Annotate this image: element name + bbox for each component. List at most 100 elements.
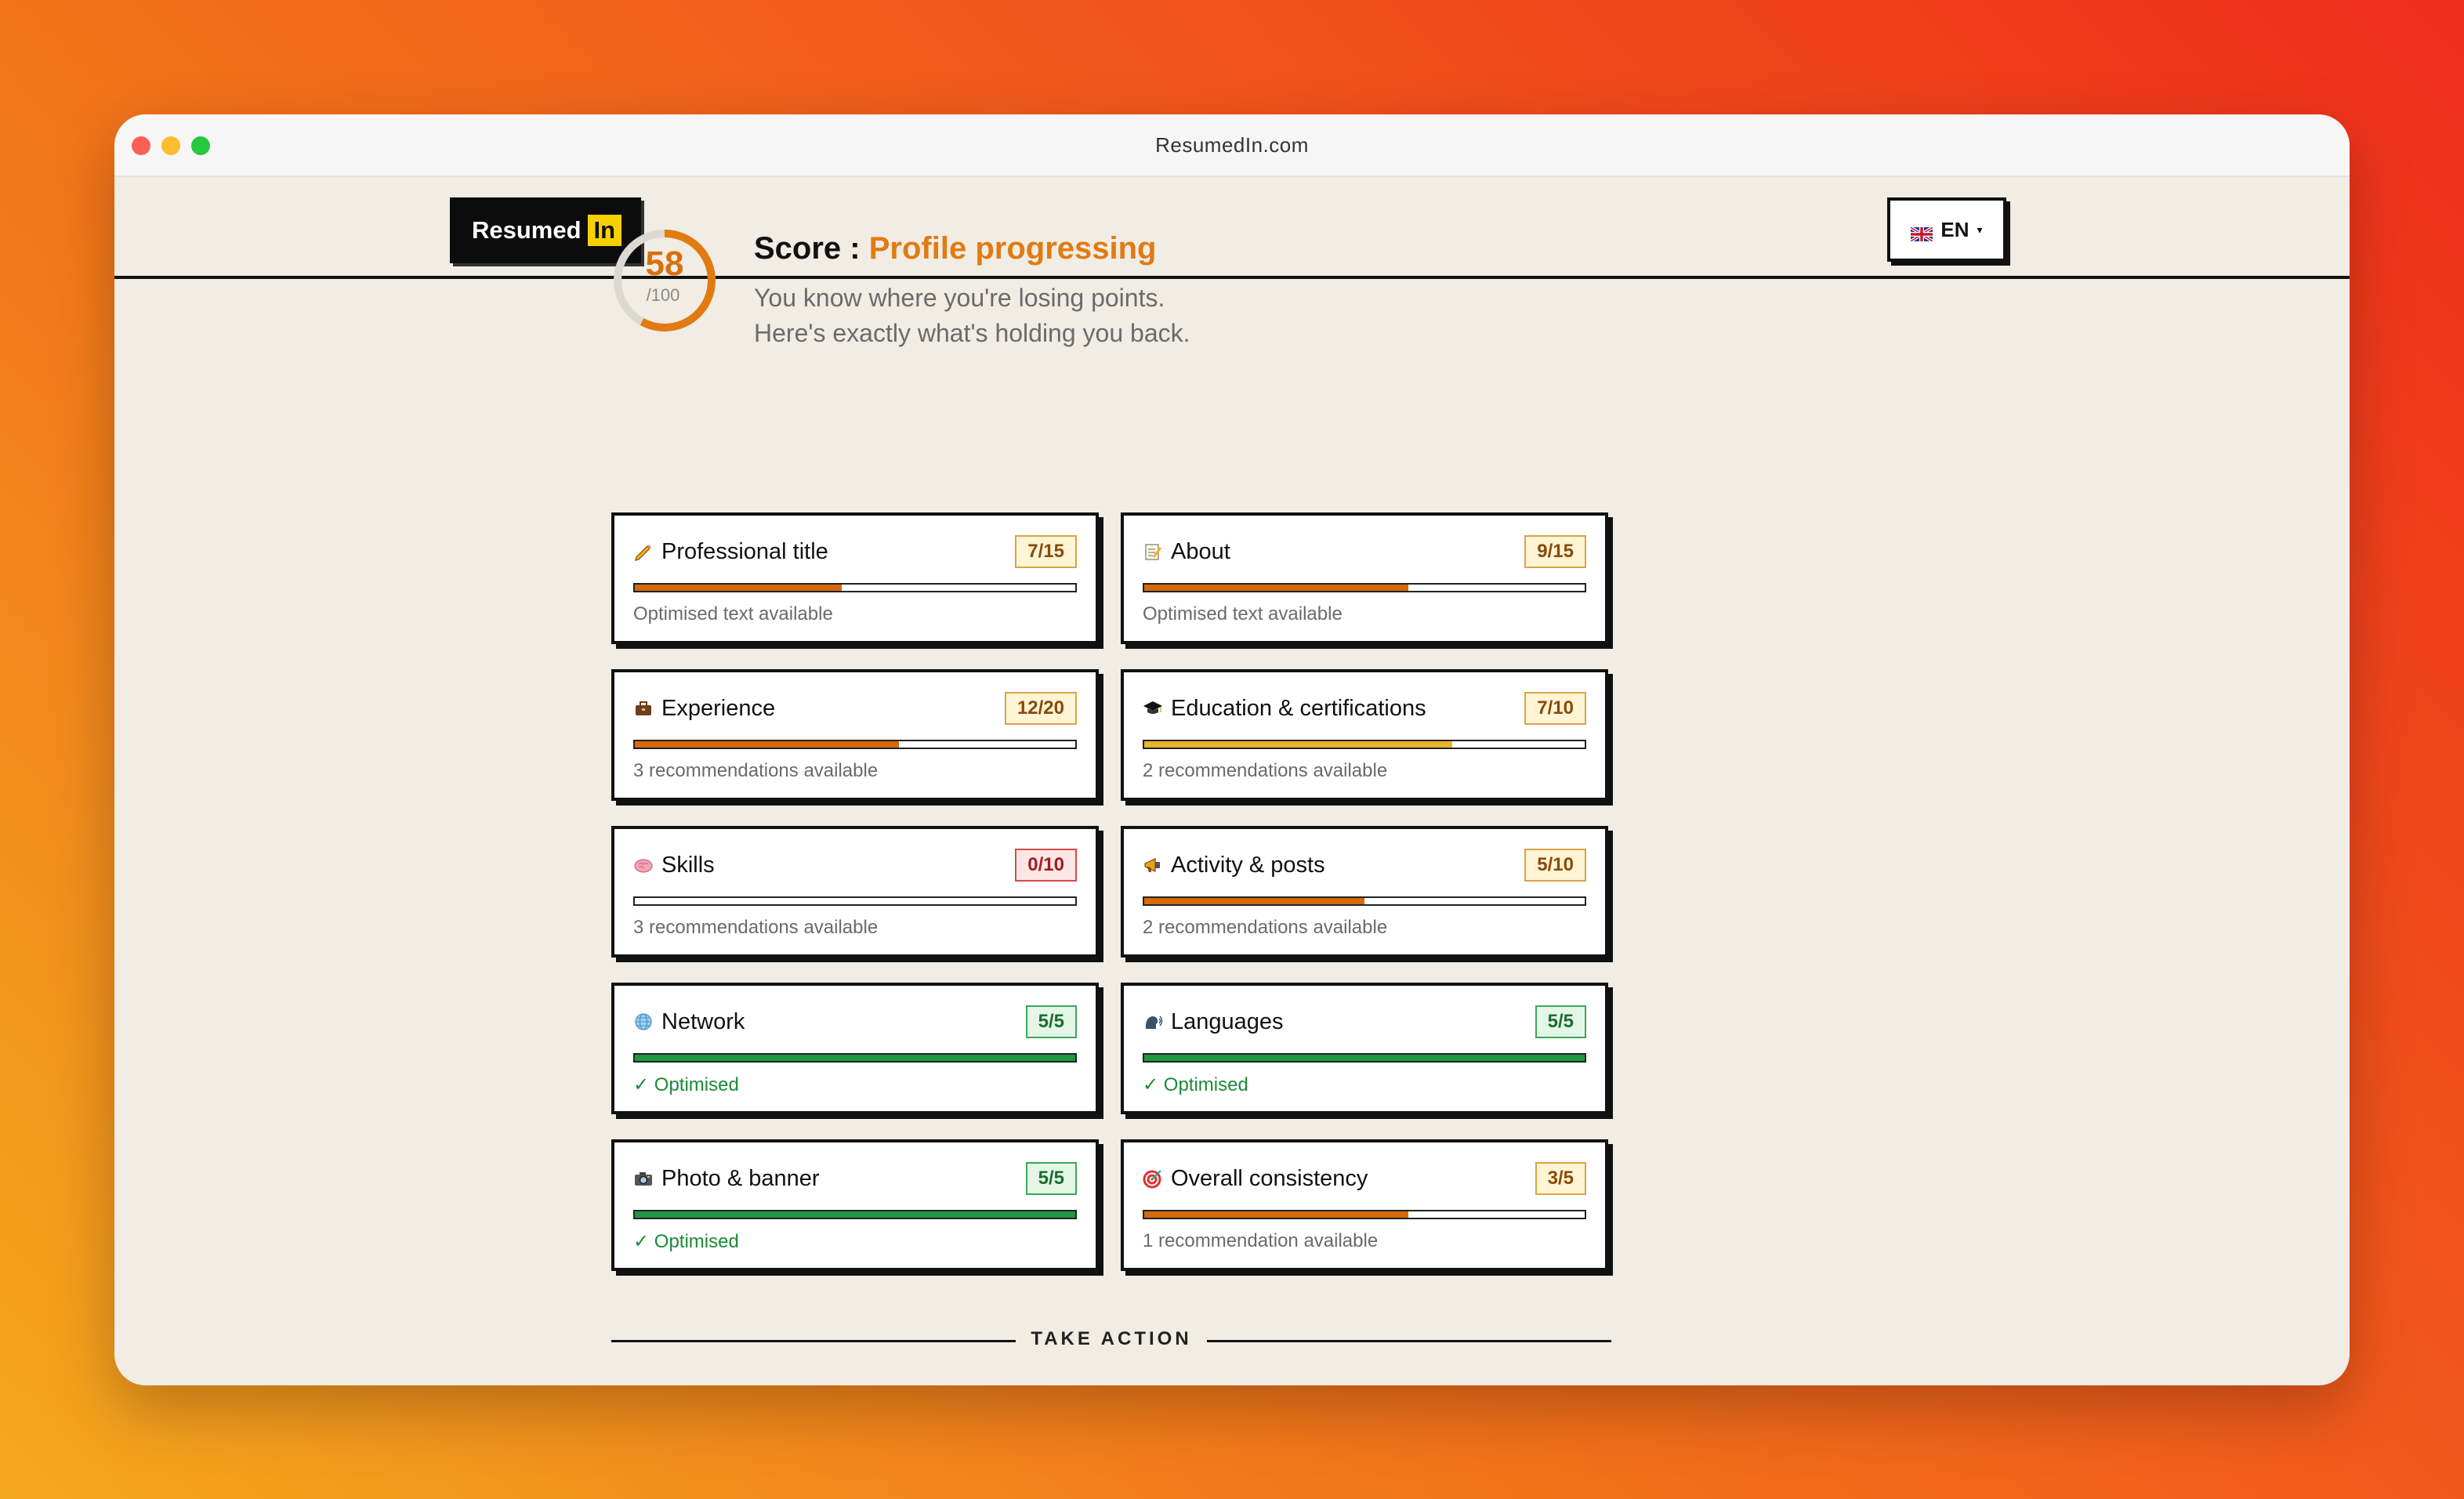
score-card-header: Photo & banner 5/5 xyxy=(633,1161,1077,1196)
site-header: Resumed In EN ▾ xyxy=(114,177,2350,279)
score-card-note: Optimised text available xyxy=(1143,603,1343,625)
score-card-title: Languages xyxy=(1143,1009,1284,1035)
progress-bar xyxy=(633,1053,1077,1063)
score-max: /100 xyxy=(646,285,680,305)
score-subtitle-line1: You know where you're losing points. xyxy=(754,284,1165,312)
progress-bar-fill xyxy=(635,1055,1075,1061)
score-card-header: Education & certifications 7/10 xyxy=(1143,691,1586,726)
progress-bar xyxy=(1143,740,1586,749)
speaking-head-icon xyxy=(1143,1012,1163,1032)
score-card-note: ✓ Optimised xyxy=(633,1074,739,1095)
memo-icon xyxy=(1143,541,1163,562)
score-description: You know where you're losing points. Her… xyxy=(754,281,1190,351)
score-card[interactable]: Network 5/5 ✓ Optimised xyxy=(611,983,1099,1114)
progress-bar-fill xyxy=(1144,741,1453,748)
score-card[interactable]: Skills 0/10 3 recommendations available xyxy=(611,826,1099,958)
progress-bar-fill xyxy=(1144,585,1409,591)
score-card-header: Languages 5/5 xyxy=(1143,1005,1586,1039)
score-label: Score : xyxy=(754,231,861,266)
score-card-label: Network xyxy=(661,1008,745,1034)
score-card-header: Professional title 7/15 xyxy=(633,534,1077,569)
score-card-label: Activity & posts xyxy=(1171,852,1325,878)
score-card[interactable]: About 9/15 Optimised text available xyxy=(1121,512,1608,644)
browser-window: ResumedIn.com Resumed In EN ▾ 58 /100 Sc… xyxy=(114,114,2350,1385)
score-card[interactable]: Experience 12/20 3 recommendations availab… xyxy=(611,669,1099,801)
score-card-title: Education & certifications xyxy=(1143,696,1426,722)
logo-text: Resumed xyxy=(472,216,582,244)
score-card[interactable]: Photo & banner 5/5 ✓ Optimised xyxy=(611,1139,1099,1271)
score-badge: 7/15 xyxy=(1015,535,1077,568)
title-bar: ResumedIn.com xyxy=(114,114,2350,177)
progress-bar xyxy=(1143,583,1586,592)
close-window-button[interactable] xyxy=(132,136,150,155)
score-card-header: Experience 12/20 xyxy=(633,691,1077,726)
score-card-title: About xyxy=(1143,539,1230,565)
score-card-label: Languages xyxy=(1171,1008,1284,1034)
score-card-header: Network 5/5 xyxy=(633,1005,1077,1039)
score-card-label: Skills xyxy=(661,852,715,878)
progress-bar-fill xyxy=(1144,898,1364,904)
score-cards-grid: Professional title 7/15 Optimised text ava… xyxy=(611,512,1611,1280)
language-label: EN xyxy=(1940,217,1969,241)
language-selector[interactable]: EN ▾ xyxy=(1887,197,2006,262)
progress-bar xyxy=(1143,896,1586,906)
chevron-down-icon: ▾ xyxy=(1977,223,1983,236)
score-card-header: Skills 0/10 xyxy=(633,848,1077,882)
score-card[interactable]: Education & certifications 7/10 2 recommen… xyxy=(1121,669,1608,801)
score-card-header: Overall consistency 3/5 xyxy=(1143,1161,1586,1196)
score-card-title: Activity & posts xyxy=(1143,853,1325,878)
uk-flag-icon xyxy=(1910,223,1934,243)
minimize-window-button[interactable] xyxy=(161,136,180,155)
progress-bar xyxy=(1143,1210,1586,1219)
take-action-label: TAKE ACTION xyxy=(1031,1328,1192,1349)
score-card-title: Professional title xyxy=(633,539,828,565)
score-card-label: Professional title xyxy=(661,538,828,564)
score-card-label: Education & certifications xyxy=(1171,695,1426,721)
score-badge: 5/5 xyxy=(1535,1005,1586,1038)
score-card-note: 2 recommendations available xyxy=(1143,917,1388,938)
divider-line-right xyxy=(1207,1340,1611,1342)
progress-bar-fill xyxy=(1144,1211,1409,1218)
graduation-cap-icon xyxy=(1143,698,1163,719)
score-card-note: 3 recommendations available xyxy=(633,760,879,781)
score-card-header: About 9/15 xyxy=(1143,534,1586,569)
progress-bar-fill xyxy=(635,1211,1075,1218)
progress-bar xyxy=(633,1210,1077,1219)
score-card-note: 1 recommendation available xyxy=(1143,1230,1379,1251)
progress-bar xyxy=(633,896,1077,906)
score-card-note: Optimised text available xyxy=(633,603,833,625)
score-badge: 5/5 xyxy=(1025,1162,1077,1195)
progress-bar-fill xyxy=(635,585,842,591)
score-badge: 5/10 xyxy=(1524,849,1586,882)
score-card-title: Overall consistency xyxy=(1143,1166,1368,1192)
score-card-label: Photo & banner xyxy=(661,1165,820,1191)
progress-bar-fill xyxy=(635,741,900,748)
score-card-note: ✓ Optimised xyxy=(1143,1074,1248,1095)
score-badge: 0/10 xyxy=(1015,849,1077,882)
progress-bar xyxy=(633,740,1077,749)
score-subtitle-line2: Here's exactly what's holding you back. xyxy=(754,319,1190,347)
score-card[interactable]: Activity & posts 5/10 2 recommendations av… xyxy=(1121,826,1608,958)
brain-icon xyxy=(633,855,654,875)
score-card-title: Photo & banner xyxy=(633,1166,820,1192)
score-card-header: Activity & posts 5/10 xyxy=(1143,848,1586,882)
score-badge: 3/5 xyxy=(1535,1162,1586,1195)
target-icon xyxy=(1143,1168,1163,1189)
take-action-divider: TAKE ACTION xyxy=(611,1325,1611,1356)
score-badge: 7/10 xyxy=(1524,692,1586,725)
score-card[interactable]: Professional title 7/15 Optimised text ava… xyxy=(611,512,1099,644)
megaphone-icon xyxy=(1143,855,1163,875)
score-badge: 12/20 xyxy=(1004,692,1077,725)
score-card-label: Experience xyxy=(661,695,776,721)
page-url: ResumedIn.com xyxy=(1155,132,1309,157)
pencil-icon xyxy=(633,541,654,562)
score-card[interactable]: Languages 5/5 ✓ Optimised xyxy=(1121,983,1608,1114)
score-card-label: Overall consistency xyxy=(1171,1165,1368,1191)
score-heading: Score : Profile progressing xyxy=(754,231,1156,266)
score-card-title: Network xyxy=(633,1009,745,1035)
score-card[interactable]: Overall consistency 3/5 1 recommendation a… xyxy=(1121,1139,1608,1271)
score-card-title: Skills xyxy=(633,853,715,878)
score-card-title: Experience xyxy=(633,696,775,722)
maximize-window-button[interactable] xyxy=(191,136,210,155)
score-status: Profile progressing xyxy=(868,231,1157,266)
